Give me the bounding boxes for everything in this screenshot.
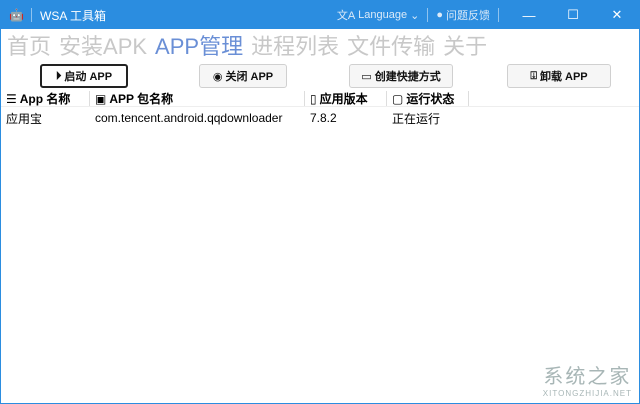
maximize-button[interactable]: ☐ bbox=[551, 7, 595, 23]
divider bbox=[427, 8, 429, 22]
divider bbox=[498, 8, 499, 22]
watermark: 系统之家 XITONGZHIJIA.NET bbox=[543, 360, 632, 398]
language-selector[interactable]: 文A Language ⌄ bbox=[337, 7, 420, 23]
language-label: Language bbox=[358, 9, 408, 21]
divider bbox=[31, 8, 32, 22]
version-icon: ▯ bbox=[310, 91, 317, 106]
tab-install-apk[interactable]: 安装APK bbox=[59, 29, 147, 61]
tab-app-manage[interactable]: APP管理 bbox=[155, 29, 243, 61]
nav-tabs: 首页 安装APK APP管理 进程列表 文件传输 关于 bbox=[1, 29, 639, 61]
tab-home[interactable]: 首页 bbox=[7, 29, 51, 61]
close-button[interactable]: ✕ bbox=[595, 7, 639, 23]
translate-icon: 文A bbox=[336, 10, 356, 22]
table-row[interactable]: 应用宝 com.tencent.android.qqdownloader 7.8… bbox=[1, 107, 639, 129]
play-icon: ⏵ bbox=[55, 69, 62, 82]
uninstall-app-button[interactable]: ⍗ 卸载 APP bbox=[507, 64, 611, 88]
minimize-button[interactable]: — bbox=[507, 8, 551, 23]
col-status[interactable]: ▢ 运行状态 bbox=[387, 91, 469, 106]
shortcut-icon: ▭ bbox=[361, 70, 372, 83]
title-bar: 🤖 WSA 工具箱 文A Language ⌄ ● 问题反馈 — ☐ ✕ bbox=[1, 1, 639, 29]
col-package-name[interactable]: ▣ APP 包名称 bbox=[90, 91, 305, 106]
cell-version: 7.8.2 bbox=[310, 111, 337, 125]
create-shortcut-button[interactable]: ▭ 创建快捷方式 bbox=[349, 64, 453, 88]
window-title: WSA 工具箱 bbox=[40, 8, 107, 23]
tab-about[interactable]: 关于 bbox=[443, 29, 487, 61]
watermark-cn: 系统之家 bbox=[543, 366, 632, 388]
col-version[interactable]: ▯ 应用版本 bbox=[305, 91, 387, 106]
github-icon: ● bbox=[436, 9, 443, 21]
watermark-en: XITONGZHIJIA.NET bbox=[542, 389, 632, 398]
col-app-name[interactable]: ☰ App 名称 bbox=[1, 91, 90, 106]
header-label: APP 包名称 bbox=[109, 92, 174, 106]
cell-status: 正在运行 bbox=[392, 111, 441, 126]
cell-package: com.tencent.android.qqdownloader bbox=[95, 111, 283, 125]
shortcut-label: 创建快捷方式 bbox=[374, 71, 441, 83]
stop-label: 关闭 APP bbox=[225, 71, 274, 83]
android-icon: 🤖 bbox=[9, 8, 24, 22]
chevron-down-icon: ⌄ bbox=[410, 9, 420, 22]
uninstall-icon: ⍗ bbox=[530, 69, 537, 82]
list-icon: ☰ bbox=[6, 91, 17, 106]
feedback-label: 问题反馈 bbox=[446, 10, 490, 22]
uninstall-label: 卸载 APP bbox=[539, 71, 588, 83]
tab-file-transfer[interactable]: 文件传输 bbox=[347, 29, 435, 61]
tab-process-list[interactable]: 进程列表 bbox=[251, 29, 339, 61]
stop-icon: ◉ bbox=[212, 70, 223, 83]
cell-app-name: 应用宝 bbox=[6, 111, 43, 126]
table-header: ☰ App 名称 ▣ APP 包名称 ▯ 应用版本 ▢ 运行状态 bbox=[1, 91, 639, 107]
header-label: 应用版本 bbox=[319, 92, 368, 106]
id-card-icon: ▣ bbox=[95, 91, 107, 106]
header-label: App 名称 bbox=[19, 92, 71, 106]
start-label: 启动 APP bbox=[64, 71, 113, 83]
feedback-button[interactable]: ● 问题反馈 bbox=[436, 7, 490, 23]
start-app-button[interactable]: ⏵ 启动 APP bbox=[40, 64, 128, 88]
stop-app-button[interactable]: ◉ 关闭 APP bbox=[199, 64, 287, 88]
header-label: 运行状态 bbox=[406, 92, 455, 106]
status-icon: ▢ bbox=[392, 91, 404, 106]
app-window: 🤖 WSA 工具箱 文A Language ⌄ ● 问题反馈 — ☐ ✕ 首页 安装A… bbox=[0, 0, 640, 404]
toolbar: ⏵ 启动 APP ◉ 关闭 APP ▭ 创建快捷方式 ⍗ 卸载 APP bbox=[1, 61, 639, 91]
